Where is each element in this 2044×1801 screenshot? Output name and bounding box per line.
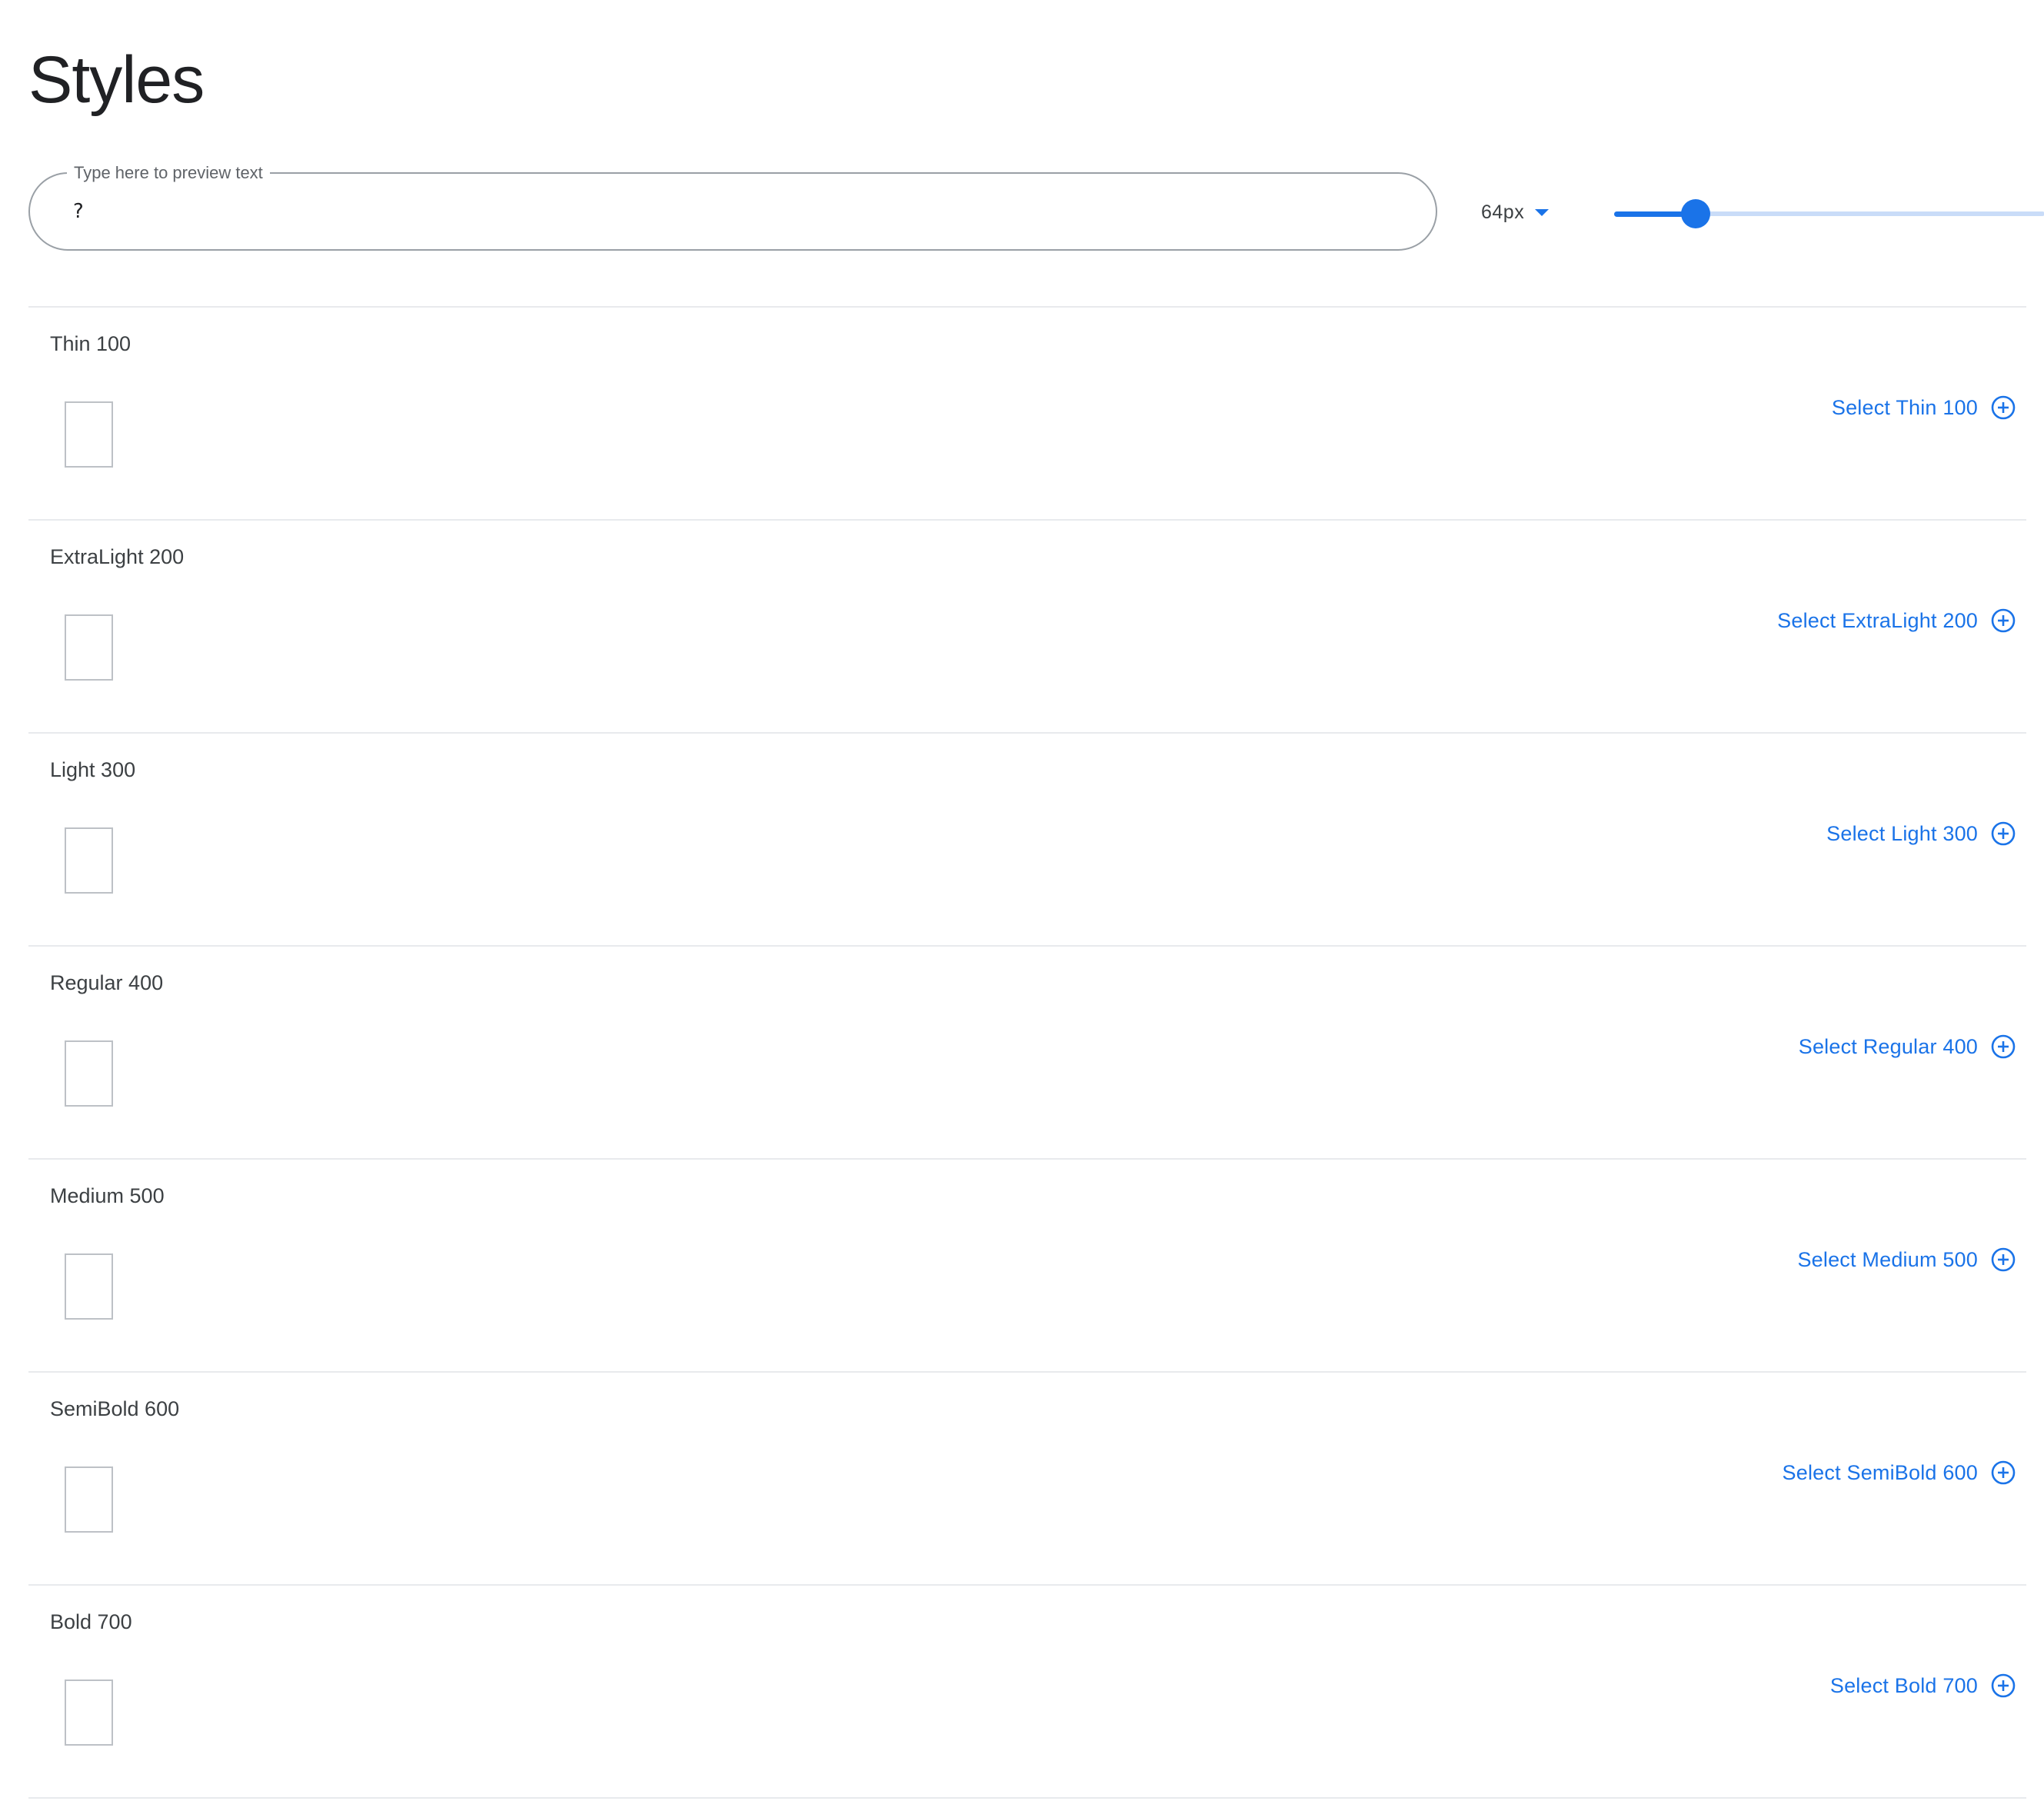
glyph-preview [65,614,113,681]
add-circle-icon [1991,821,2016,846]
add-circle-icon [1991,1034,2016,1059]
select-medium-500-button[interactable]: Select Medium 500 [1797,1243,2026,1277]
select-bold-700-button[interactable]: Select Bold 700 [1830,1669,2026,1703]
preview-text-field[interactable]: Type here to preview text [28,162,1437,251]
glyph-preview [65,1253,113,1320]
style-row-semibold-600: SemiBold 600 Select SemiBold 600 [28,1371,2026,1584]
style-row-bold-700: Bold 700 Select Bold 700 [28,1584,2026,1799]
add-circle-icon [1991,395,2016,420]
style-row-regular-400: Regular 400 Select Regular 400 [28,945,2026,1158]
style-name: Light 300 [50,758,136,781]
style-row-light-300: Light 300 Select Light 300 [28,732,2026,945]
style-name: Bold 700 [50,1610,132,1633]
style-list: Thin 100 Select Thin 100 ExtraLight 200 … [28,306,2026,1799]
glyph-preview [65,401,113,468]
glyph-preview [65,1679,113,1746]
style-name: SemiBold 600 [50,1397,180,1420]
style-name: Medium 500 [50,1184,165,1207]
page-title: Styles [28,43,205,117]
style-name: Regular 400 [50,971,164,994]
select-button-label: Select Bold 700 [1829,1674,1978,1697]
font-size-value: 64px [1481,201,1525,223]
font-size-select[interactable]: 64px [1481,198,1550,226]
select-semibold-600-button[interactable]: Select SemiBold 600 [1783,1456,2026,1490]
slider-thumb[interactable] [1681,199,1711,228]
font-size-slider[interactable] [1614,197,2044,231]
preview-text-input[interactable] [73,191,1380,232]
style-name: ExtraLight 200 [50,545,185,568]
select-thin-100-button[interactable]: Select Thin 100 [1832,391,2026,424]
select-button-label: Select SemiBold 600 [1782,1461,1978,1484]
style-row-thin-100: Thin 100 Select Thin 100 [28,306,2026,519]
add-circle-icon [1991,1673,2016,1698]
glyph-preview [65,1040,113,1107]
style-name: Thin 100 [50,332,131,355]
select-button-label: Select Light 300 [1826,822,1978,845]
glyph-preview [65,827,113,894]
select-button-label: Select Regular 400 [1798,1035,1978,1058]
select-button-label: Select ExtraLight 200 [1777,609,1978,632]
add-circle-icon [1991,1247,2016,1272]
select-button-label: Select Medium 500 [1797,1248,1978,1271]
add-circle-icon [1991,608,2016,633]
style-row-medium-500: Medium 500 Select Medium 500 [28,1158,2026,1371]
select-extralight-200-button[interactable]: Select ExtraLight 200 [1777,604,2026,638]
select-button-label: Select Thin 100 [1831,396,1978,419]
preview-field-label: Type here to preview text [67,162,270,184]
glyph-preview [65,1466,113,1533]
select-regular-400-button[interactable]: Select Regular 400 [1799,1030,2026,1064]
select-light-300-button[interactable]: Select Light 300 [1826,817,2026,851]
caret-down-icon [1535,208,1550,216]
style-row-extralight-200: ExtraLight 200 Select ExtraLight 200 [28,519,2026,732]
add-circle-icon [1991,1460,2016,1485]
